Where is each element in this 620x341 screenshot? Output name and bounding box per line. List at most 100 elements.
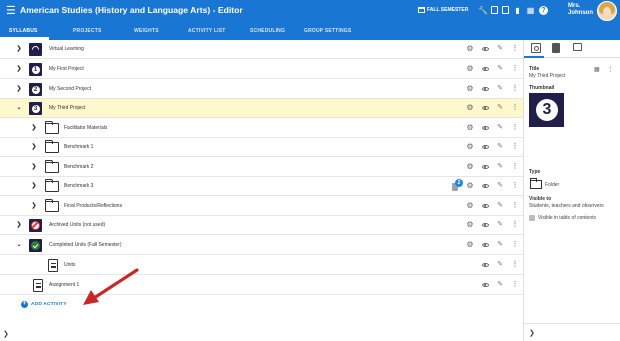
eye-icon[interactable] bbox=[480, 220, 490, 230]
chevron-right-icon[interactable]: ❯ bbox=[3, 330, 9, 338]
eye-icon[interactable] bbox=[480, 64, 490, 74]
eye-icon[interactable] bbox=[480, 201, 490, 211]
settings-icon[interactable]: ⚙ bbox=[465, 142, 475, 152]
settings-icon[interactable]: ⚙ bbox=[465, 64, 475, 74]
add-activity-button[interactable]: + ADD ACTIVITY bbox=[21, 301, 67, 308]
avatar[interactable] bbox=[597, 1, 617, 21]
chevron-right-icon[interactable]: ❯ bbox=[31, 143, 37, 151]
eye-icon[interactable] bbox=[480, 123, 490, 133]
eye-icon[interactable] bbox=[480, 44, 490, 54]
edit-icon[interactable]: ✎ bbox=[495, 181, 505, 191]
folder-icon[interactable] bbox=[502, 6, 509, 14]
chevron-right-icon[interactable]: ❯ bbox=[529, 329, 535, 337]
list-item[interactable]: ⌄ Completed Units (Fall Semester) ⚙ ✎ ⋮ bbox=[0, 236, 523, 255]
eye-icon[interactable] bbox=[480, 181, 490, 191]
panel-pages-icon[interactable] bbox=[573, 43, 582, 51]
edit-icon[interactable]: ✎ bbox=[495, 44, 505, 54]
chevron-right-icon[interactable]: ❯ bbox=[31, 163, 37, 171]
chevron-right-icon[interactable]: ❯ bbox=[31, 202, 37, 210]
more-options-icon[interactable]: ⋮ bbox=[510, 260, 520, 270]
chevron-right-icon[interactable]: ❯ bbox=[31, 182, 37, 190]
thumbnail-image[interactable]: 3 bbox=[529, 93, 564, 127]
eye-icon[interactable] bbox=[480, 240, 490, 250]
assignment-badge-icon[interactable]: 2 bbox=[452, 179, 463, 192]
eye-icon[interactable] bbox=[480, 142, 490, 152]
edit-icon[interactable]: ✎ bbox=[495, 142, 505, 152]
chevron-right-icon[interactable]: ❯ bbox=[16, 45, 22, 53]
tab-scheduling[interactable]: SCHEDULING bbox=[250, 28, 285, 34]
list-item[interactable]: ❯ Facilitator Materials ⚙ ✎ ⋮ bbox=[0, 119, 523, 138]
more-options-icon[interactable]: ⋮ bbox=[510, 123, 520, 133]
semester-selector[interactable]: FALL SEMESTER bbox=[418, 7, 468, 13]
list-item[interactable]: ❯ Final Products/Reflections ⚙ ✎ ⋮ bbox=[0, 197, 523, 216]
settings-icon[interactable]: ⚙ bbox=[465, 220, 475, 230]
eye-icon[interactable] bbox=[480, 162, 490, 172]
edit-icon[interactable]: ✎ bbox=[495, 64, 505, 74]
calendar-icon[interactable]: ▦ bbox=[594, 66, 600, 73]
list-item[interactable]: ❯ Benchmark 2 ⚙ ✎ ⋮ bbox=[0, 158, 523, 177]
more-options-icon[interactable]: ⋮ bbox=[510, 201, 520, 211]
tab-group-settings[interactable]: GROUP SETTINGS bbox=[304, 28, 351, 34]
more-options-icon[interactable]: ⋮ bbox=[510, 280, 520, 290]
chevron-down-icon[interactable]: ⌄ bbox=[16, 104, 22, 112]
list-item[interactable]: ❯ Benchmark 3 2 ⚙ ✎ ⋮ bbox=[0, 177, 523, 196]
list-item[interactable]: ❯ Archived Units (not used) ⚙ ✎ ⋮ bbox=[0, 216, 523, 235]
eye-icon[interactable] bbox=[480, 103, 490, 113]
edit-icon[interactable]: ✎ bbox=[495, 220, 505, 230]
more-options-icon[interactable]: ⋮ bbox=[510, 84, 520, 94]
more-options-icon[interactable]: ⋮ bbox=[510, 44, 520, 54]
list-item[interactable]: ❯ Benchmark 1 ⚙ ✎ ⋮ bbox=[0, 138, 523, 157]
more-options-icon[interactable]: ⋮ bbox=[510, 103, 520, 113]
chevron-right-icon[interactable]: ❯ bbox=[16, 85, 22, 93]
settings-icon[interactable]: ⚙ bbox=[465, 162, 475, 172]
chevron-right-icon[interactable]: ❯ bbox=[16, 221, 22, 229]
more-options-icon[interactable]: ⋮ bbox=[510, 181, 520, 191]
list-item[interactable]: ❯ 2 My Second Project ⚙ ✎ ⋮ bbox=[0, 80, 523, 99]
settings-icon[interactable]: ⚙ bbox=[465, 240, 475, 250]
panel-document-icon[interactable] bbox=[552, 43, 560, 53]
menu-icon[interactable]: ☰ bbox=[6, 5, 16, 17]
tab-projects[interactable]: PROJECTS bbox=[73, 28, 102, 34]
chevron-down-icon[interactable]: ⌄ bbox=[16, 241, 22, 249]
edit-icon[interactable]: ✎ bbox=[495, 260, 505, 270]
wrench-icon[interactable]: 🔧 bbox=[478, 6, 488, 15]
more-options-icon[interactable]: ⋮ bbox=[510, 220, 520, 230]
eye-icon[interactable] bbox=[480, 280, 490, 290]
tab-weights[interactable]: WEIGHTS bbox=[134, 28, 159, 34]
more-options-icon[interactable]: ⋮ bbox=[608, 66, 614, 73]
list-item[interactable]: ❯ 1 My First Project ⚙ ✎ ⋮ bbox=[0, 60, 523, 79]
list-item-selected[interactable]: ⌄ 3 My Third Project ⚙ ✎ ⋮ bbox=[0, 99, 523, 118]
settings-icon[interactable]: ⚙ bbox=[465, 44, 475, 54]
edit-icon[interactable]: ✎ bbox=[495, 84, 505, 94]
grid-icon[interactable]: ▦ bbox=[526, 6, 535, 15]
user-name[interactable]: Mrs. Johnson bbox=[568, 3, 593, 17]
tab-syllabus[interactable]: SYLLABUS bbox=[9, 28, 38, 34]
help-icon[interactable]: ? bbox=[539, 6, 548, 15]
settings-icon[interactable]: ⚙ bbox=[465, 181, 475, 191]
settings-icon[interactable]: ⚙ bbox=[465, 201, 475, 211]
chevron-right-icon[interactable]: ❯ bbox=[31, 124, 37, 132]
settings-icon[interactable]: ⚙ bbox=[465, 84, 475, 94]
more-options-icon[interactable]: ⋮ bbox=[510, 142, 520, 152]
toc-visibility-toggle[interactable]: Visible in table of contents bbox=[529, 215, 596, 221]
document-icon[interactable] bbox=[491, 6, 498, 14]
edit-icon[interactable]: ✎ bbox=[495, 201, 505, 211]
list-item[interactable]: Units ✎ ⋮ bbox=[0, 256, 523, 275]
more-options-icon[interactable]: ⋮ bbox=[510, 240, 520, 250]
settings-icon[interactable]: ⚙ bbox=[465, 103, 475, 113]
panel-settings-icon[interactable] bbox=[531, 43, 541, 53]
comment-icon[interactable]: ▮ bbox=[513, 6, 522, 15]
edit-icon[interactable]: ✎ bbox=[495, 240, 505, 250]
edit-icon[interactable]: ✎ bbox=[495, 103, 505, 113]
toc-checkbox[interactable] bbox=[529, 215, 535, 221]
tab-activity-list[interactable]: ACTIVITY LIST bbox=[188, 28, 226, 34]
more-options-icon[interactable]: ⋮ bbox=[510, 162, 520, 172]
edit-icon[interactable]: ✎ bbox=[495, 162, 505, 172]
more-options-icon[interactable]: ⋮ bbox=[510, 64, 520, 74]
eye-icon[interactable] bbox=[480, 84, 490, 94]
edit-icon[interactable]: ✎ bbox=[495, 123, 505, 133]
list-item[interactable]: ❯ Virtual Learning ⚙ ✎ ⋮ bbox=[0, 40, 523, 59]
edit-icon[interactable]: ✎ bbox=[495, 280, 505, 290]
eye-icon[interactable] bbox=[480, 260, 490, 270]
settings-icon[interactable]: ⚙ bbox=[465, 123, 475, 133]
